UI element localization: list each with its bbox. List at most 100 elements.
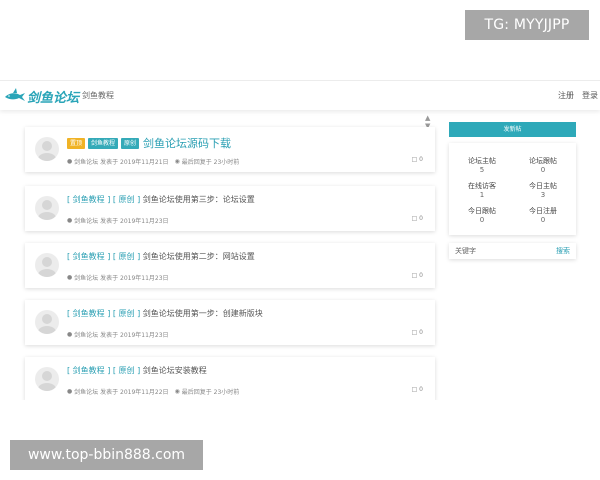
comment-count: □ 0 [412,156,423,163]
post-meta: ● 剑鱼论坛 发表于 2019年11月23日 [67,273,169,282]
post-card[interactable]: [ 剑鱼教程 ] [ 原创 ] 剑鱼论坛使用第三步：论坛设置 ● 剑鱼论坛 发表… [25,186,435,231]
post-title-row: [ 剑鱼教程 ] [ 原创 ] 剑鱼论坛使用第二步：网站设置 [67,251,255,262]
original-link[interactable]: [ 原创 ] [113,194,140,205]
search-input[interactable]: 关键字 [455,243,476,259]
telegram-watermark: TG: MYYJJPP [465,10,589,40]
user-avatar-icon [38,141,56,161]
avatar[interactable] [35,137,59,161]
post-date: 发表于 2019年11月23日 [100,332,169,339]
stat-threads: 论坛主帖 5 [452,157,512,175]
category-link[interactable]: [ 剑鱼教程 ] [67,308,110,319]
comment-icon: □ [411,386,418,393]
stat-online: 在线访客 1 [452,182,512,200]
stat-value: 0 [540,166,546,174]
comment-count: □ 0 [412,272,423,279]
user-icon: ● [67,158,73,165]
comment-count-value: 0 [419,215,423,222]
search-button[interactable]: 搜索 [556,243,570,259]
user-icon: ● [67,388,73,395]
post-card[interactable]: [ 剑鱼教程 ] [ 原创 ] 剑鱼论坛使用第一步：创建新版块 ● 剑鱼论坛 发… [25,300,435,345]
post-author[interactable]: 剑鱼论坛 [74,273,98,282]
site-logo[interactable]: 剑鱼论坛 [4,85,79,107]
user-icon: ● [67,274,73,281]
stat-label: 今日主帖 [529,182,557,190]
comment-count-value: 0 [419,386,423,393]
avatar[interactable] [35,367,59,391]
eye-icon: ◉ [174,388,180,395]
comment-count: □ 0 [412,329,423,336]
stat-label: 论坛跟帖 [529,157,557,165]
post-title-link[interactable]: 剑鱼论坛使用第二步：网站设置 [143,251,255,262]
forum-page: 剑鱼论坛 剑鱼教程 注册 登录 ▲ ▼ 置顶 剑鱼教程 原创 剑鱼论坛源码下载 ●… [0,80,600,400]
post-author[interactable]: 剑鱼论坛 [74,387,98,396]
stat-value: 3 [540,191,546,199]
stat-label: 今日注册 [529,207,557,215]
swordfish-icon [5,88,25,101]
post-meta: ● 剑鱼论坛 发表于 2019年11月23日 [67,216,169,225]
comment-icon: □ [411,215,418,222]
stat-label: 今日跟帖 [468,207,496,215]
avatar[interactable] [35,196,59,220]
post-meta: ● 剑鱼论坛 发表于 2019年11月21日 ◉ 最后回复于 23小时前 [67,157,239,166]
register-link[interactable]: 注册 [558,90,574,101]
stat-value: 0 [540,216,546,224]
post-title-link[interactable]: 剑鱼论坛源码下载 [143,135,231,151]
user-avatar-icon [38,200,56,220]
forum-stats-panel: 论坛主帖 5 论坛跟帖 0 在线访客 1 今日主帖 3 今日跟帖 0 今日注册 … [449,143,576,235]
stat-label: 在线访客 [468,182,496,190]
avatar[interactable] [35,253,59,277]
comment-icon: □ [411,156,418,163]
user-avatar-icon [38,257,56,277]
post-card[interactable]: [ 剑鱼教程 ] [ 原创 ] 剑鱼论坛安装教程 ● 剑鱼论坛 发表于 2019… [25,357,435,400]
post-card[interactable]: 置顶 剑鱼教程 原创 剑鱼论坛源码下载 ● 剑鱼论坛 发表于 2019年11月2… [25,127,435,172]
original-link[interactable]: [ 原创 ] [113,251,140,262]
post-author[interactable]: 剑鱼论坛 [74,157,98,166]
stat-value: 5 [479,166,485,174]
post-title-link[interactable]: 剑鱼论坛安装教程 [143,365,207,376]
pinned-tag[interactable]: 置顶 [67,137,86,149]
post-date: 发表于 2019年11月23日 [100,275,169,282]
stat-label: 论坛主帖 [468,157,496,165]
eye-icon: ◉ [174,158,180,165]
comment-count-value: 0 [419,329,423,336]
post-title-row: 置顶 剑鱼教程 原创 剑鱼论坛源码下载 [67,135,231,151]
stat-today-replies: 今日跟帖 0 [452,207,512,225]
post-date: 发表于 2019年11月21日 [100,159,169,166]
stat-today-registrations: 今日注册 0 [513,207,573,225]
comment-icon: □ [411,272,418,279]
nav-link-tutorial[interactable]: 剑鱼教程 [82,90,114,101]
post-card[interactable]: [ 剑鱼教程 ] [ 原创 ] 剑鱼论坛使用第二步：网站设置 ● 剑鱼论坛 发表… [25,243,435,288]
screenshot-stage: TG: MYYJJPP 剑鱼论坛 剑鱼教程 注册 登录 ▲ ▼ 置顶 剑鱼教程 … [0,0,600,480]
new-post-button[interactable]: 发新帖 [449,122,576,137]
stat-value: 1 [479,191,485,199]
logo-text: 剑鱼论坛 [27,90,80,106]
post-title-link[interactable]: 剑鱼论坛使用第三步：论坛设置 [143,194,255,205]
post-date: 发表于 2019年11月22日 [100,389,169,396]
post-title-row: [ 剑鱼教程 ] [ 原创 ] 剑鱼论坛安装教程 [67,365,207,376]
original-link[interactable]: [ 原创 ] [113,365,140,376]
stat-value: 0 [479,216,485,224]
comment-count: □ 0 [412,215,423,222]
user-icon: ● [67,217,73,224]
original-tag[interactable]: 原创 [121,137,140,149]
post-author[interactable]: 剑鱼论坛 [74,216,98,225]
url-watermark: www.top-bbin888.com [10,440,203,470]
last-reply: 最后回复于 23小时前 [181,389,240,396]
original-link[interactable]: [ 原创 ] [113,308,140,319]
last-reply: 最后回复于 23小时前 [181,159,240,166]
login-link[interactable]: 登录 [582,90,598,101]
category-tag[interactable]: 剑鱼教程 [88,137,119,149]
category-link[interactable]: [ 剑鱼教程 ] [67,251,110,262]
category-link[interactable]: [ 剑鱼教程 ] [67,194,110,205]
stat-today-threads: 今日主帖 3 [513,182,573,200]
stat-replies: 论坛跟帖 0 [513,157,573,175]
post-title-row: [ 剑鱼教程 ] [ 原创 ] 剑鱼论坛使用第一步：创建新版块 [67,308,263,319]
category-link[interactable]: [ 剑鱼教程 ] [67,365,110,376]
avatar[interactable] [35,310,59,334]
search-box: 关键字 搜索 [449,243,576,259]
post-author[interactable]: 剑鱼论坛 [74,330,98,339]
post-meta: ● 剑鱼论坛 发表于 2019年11月23日 [67,330,169,339]
post-date: 发表于 2019年11月23日 [100,218,169,225]
post-title-link[interactable]: 剑鱼论坛使用第一步：创建新版块 [143,308,263,319]
comment-count: □ 0 [412,386,423,393]
